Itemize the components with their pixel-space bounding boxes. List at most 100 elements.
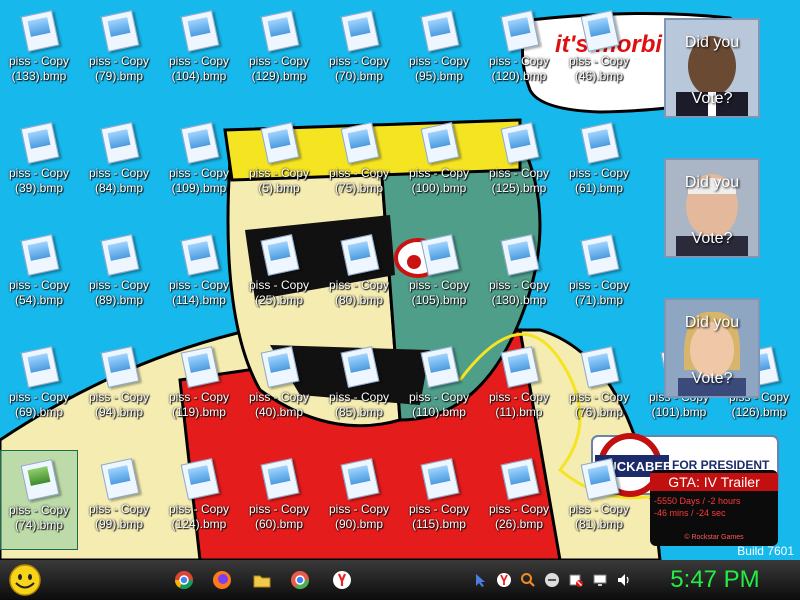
bitmap-file-icon — [579, 234, 620, 276]
folder-icon[interactable] — [252, 570, 272, 590]
desktop-file-icon[interactable]: piss - Copy (100).bmp — [400, 114, 478, 214]
bitmap-file-icon — [339, 234, 380, 276]
bitmap-file-icon — [339, 346, 380, 388]
vote-question-bottom: Vote? — [691, 90, 733, 107]
desktop-file-label: piss - Copy (71).bmp — [568, 278, 630, 307]
desktop-file-icon[interactable]: piss - Copy (133).bmp — [0, 2, 78, 102]
chromium-icon[interactable] — [290, 570, 310, 590]
desktop-file-label: piss - Copy (114).bmp — [168, 278, 230, 307]
display-icon[interactable] — [592, 572, 608, 588]
desktop-file-label: piss - Copy (130).bmp — [488, 278, 550, 307]
bitmap-file-icon — [419, 10, 460, 52]
vote-question-top: Did you — [684, 314, 740, 331]
desktop-file-label: piss - Copy (11).bmp — [488, 390, 550, 419]
gta-countdown-widget[interactable]: GTA: IV Trailer -5550 Days / -2 hours -4… — [650, 470, 778, 546]
desktop-file-label: piss - Copy (120).bmp — [488, 54, 550, 83]
desktop-file-icon[interactable]: piss - Copy (119).bmp — [160, 338, 238, 438]
volume-icon[interactable] — [616, 572, 632, 588]
firefox-icon[interactable] — [212, 570, 232, 590]
desktop-file-icon[interactable]: piss - Copy (71).bmp — [560, 226, 638, 326]
desktop-file-icon[interactable]: piss - Copy (115).bmp — [400, 450, 478, 550]
desktop-file-icon[interactable]: piss - Copy (80).bmp — [320, 226, 398, 326]
bitmap-file-icon — [419, 458, 460, 500]
desktop-file-icon[interactable]: piss - Copy (5).bmp — [240, 114, 318, 214]
desktop-file-label: piss - Copy (110).bmp — [408, 390, 470, 419]
yandex-icon[interactable] — [332, 570, 352, 590]
bitmap-file-icon — [19, 346, 60, 388]
bitmap-file-icon — [419, 234, 460, 276]
desktop-file-icon[interactable]: piss - Copy (90).bmp — [320, 450, 398, 550]
search-icon[interactable] — [520, 572, 536, 588]
taskbar-clock[interactable]: 5:47 PM — [656, 564, 774, 596]
desktop-file-icon[interactable]: piss - Copy (94).bmp — [80, 338, 158, 438]
vote-question-bottom: Vote? — [691, 370, 733, 387]
desktop-file-label: piss - Copy (70).bmp — [328, 54, 390, 83]
cursor-icon[interactable] — [472, 572, 488, 588]
desktop-file-label: piss - Copy (105).bmp — [408, 278, 470, 307]
bitmap-file-icon — [99, 10, 140, 52]
desktop-file-icon[interactable]: piss - Copy (110).bmp — [400, 338, 478, 438]
desktop-file-icon[interactable]: piss - Copy (81).bmp — [560, 450, 638, 550]
bitmap-file-icon — [259, 346, 300, 388]
desktop-file-label: piss - Copy (75).bmp — [328, 166, 390, 195]
vote-widget-obama[interactable]: Did you Vote? — [664, 18, 760, 118]
desktop-file-icon[interactable]: piss - Copy (95).bmp — [400, 2, 478, 102]
desktop-file-label: piss - Copy (39).bmp — [8, 166, 70, 195]
bitmap-file-icon — [579, 122, 620, 164]
desktop-file-label: piss - Copy (26).bmp — [488, 502, 550, 531]
desktop-file-label: piss - Copy (60).bmp — [248, 502, 310, 531]
desktop-file-icon[interactable]: piss - Copy (84).bmp — [80, 114, 158, 214]
desktop-file-icon[interactable]: piss - Copy (70).bmp — [320, 2, 398, 102]
desktop-file-icon[interactable]: piss - Copy (105).bmp — [400, 226, 478, 326]
desktop-file-icon[interactable]: piss - Copy (74).bmp — [0, 450, 78, 550]
bitmap-file-icon — [179, 346, 220, 388]
bitmap-file-icon — [499, 122, 540, 164]
desktop-file-icon[interactable]: piss - Copy (25).bmp — [240, 226, 318, 326]
bitmap-file-icon — [99, 346, 140, 388]
desktop-file-icon[interactable]: piss - Copy (124).bmp — [160, 450, 238, 550]
desktop-file-icon[interactable]: piss - Copy (75).bmp — [320, 114, 398, 214]
desktop-file-icon[interactable]: piss - Copy (99).bmp — [80, 450, 158, 550]
desktop-file-label: piss - Copy (46).bmp — [568, 54, 630, 83]
desktop-file-icon[interactable]: piss - Copy (114).bmp — [160, 226, 238, 326]
bitmap-file-icon — [499, 458, 540, 500]
desktop-file-label: piss - Copy (76).bmp — [568, 390, 630, 419]
vote-widget-mccain[interactable]: Did you Vote? — [664, 158, 760, 258]
messenger-icon[interactable] — [544, 572, 560, 588]
desktop-file-icon[interactable]: piss - Copy (61).bmp — [560, 114, 638, 214]
bitmap-file-icon — [259, 122, 300, 164]
desktop-file-icon[interactable]: piss - Copy (89).bmp — [80, 226, 158, 326]
desktop-file-label: piss - Copy (95).bmp — [408, 54, 470, 83]
desktop-file-icon[interactable]: piss - Copy (69).bmp — [0, 338, 78, 438]
vote-widget-clinton[interactable]: Did you Vote? — [664, 298, 760, 398]
desktop-file-label: piss - Copy (104).bmp — [168, 54, 230, 83]
desktop-file-icon[interactable]: piss - Copy (46).bmp — [560, 2, 638, 102]
desktop-file-icon[interactable]: piss - Copy (11).bmp — [480, 338, 558, 438]
desktop-file-icon[interactable]: piss - Copy (130).bmp — [480, 226, 558, 326]
network-blocked-icon[interactable] — [568, 572, 584, 588]
desktop-file-label: piss - Copy (90).bmp — [328, 502, 390, 531]
desktop-file-icon[interactable]: piss - Copy (40).bmp — [240, 338, 318, 438]
desktop-file-icon[interactable]: piss - Copy (125).bmp — [480, 114, 558, 214]
gta-widget-footer: © Rockstar Games — [684, 534, 744, 541]
desktop-file-icon[interactable]: piss - Copy (104).bmp — [160, 2, 238, 102]
windows-build-watermark: Build 7601 — [737, 544, 794, 558]
chrome-icon[interactable] — [174, 570, 194, 590]
yandex-tray-icon[interactable] — [496, 572, 512, 588]
bitmap-file-icon — [579, 458, 620, 500]
desktop-file-icon[interactable]: piss - Copy (79).bmp — [80, 2, 158, 102]
desktop-file-label: piss - Copy (69).bmp — [8, 390, 70, 419]
desktop-file-label: piss - Copy (109).bmp — [168, 166, 230, 195]
desktop-file-icon[interactable]: piss - Copy (76).bmp — [560, 338, 638, 438]
desktop-file-icon[interactable]: piss - Copy (120).bmp — [480, 2, 558, 102]
desktop-file-icon[interactable]: piss - Copy (26).bmp — [480, 450, 558, 550]
desktop-file-icon[interactable]: piss - Copy (129).bmp — [240, 2, 318, 102]
desktop-file-icon[interactable]: piss - Copy (54).bmp — [0, 226, 78, 326]
desktop-file-icon[interactable]: piss - Copy (85).bmp — [320, 338, 398, 438]
desktop-file-icon[interactable]: piss - Copy (60).bmp — [240, 450, 318, 550]
desktop-file-icon[interactable]: piss - Copy (109).bmp — [160, 114, 238, 214]
desktop-file-icon[interactable]: piss - Copy (39).bmp — [0, 114, 78, 214]
start-button[interactable] — [4, 562, 46, 598]
desktop-file-label: piss - Copy (129).bmp — [248, 54, 310, 83]
bitmap-file-icon — [179, 10, 220, 52]
